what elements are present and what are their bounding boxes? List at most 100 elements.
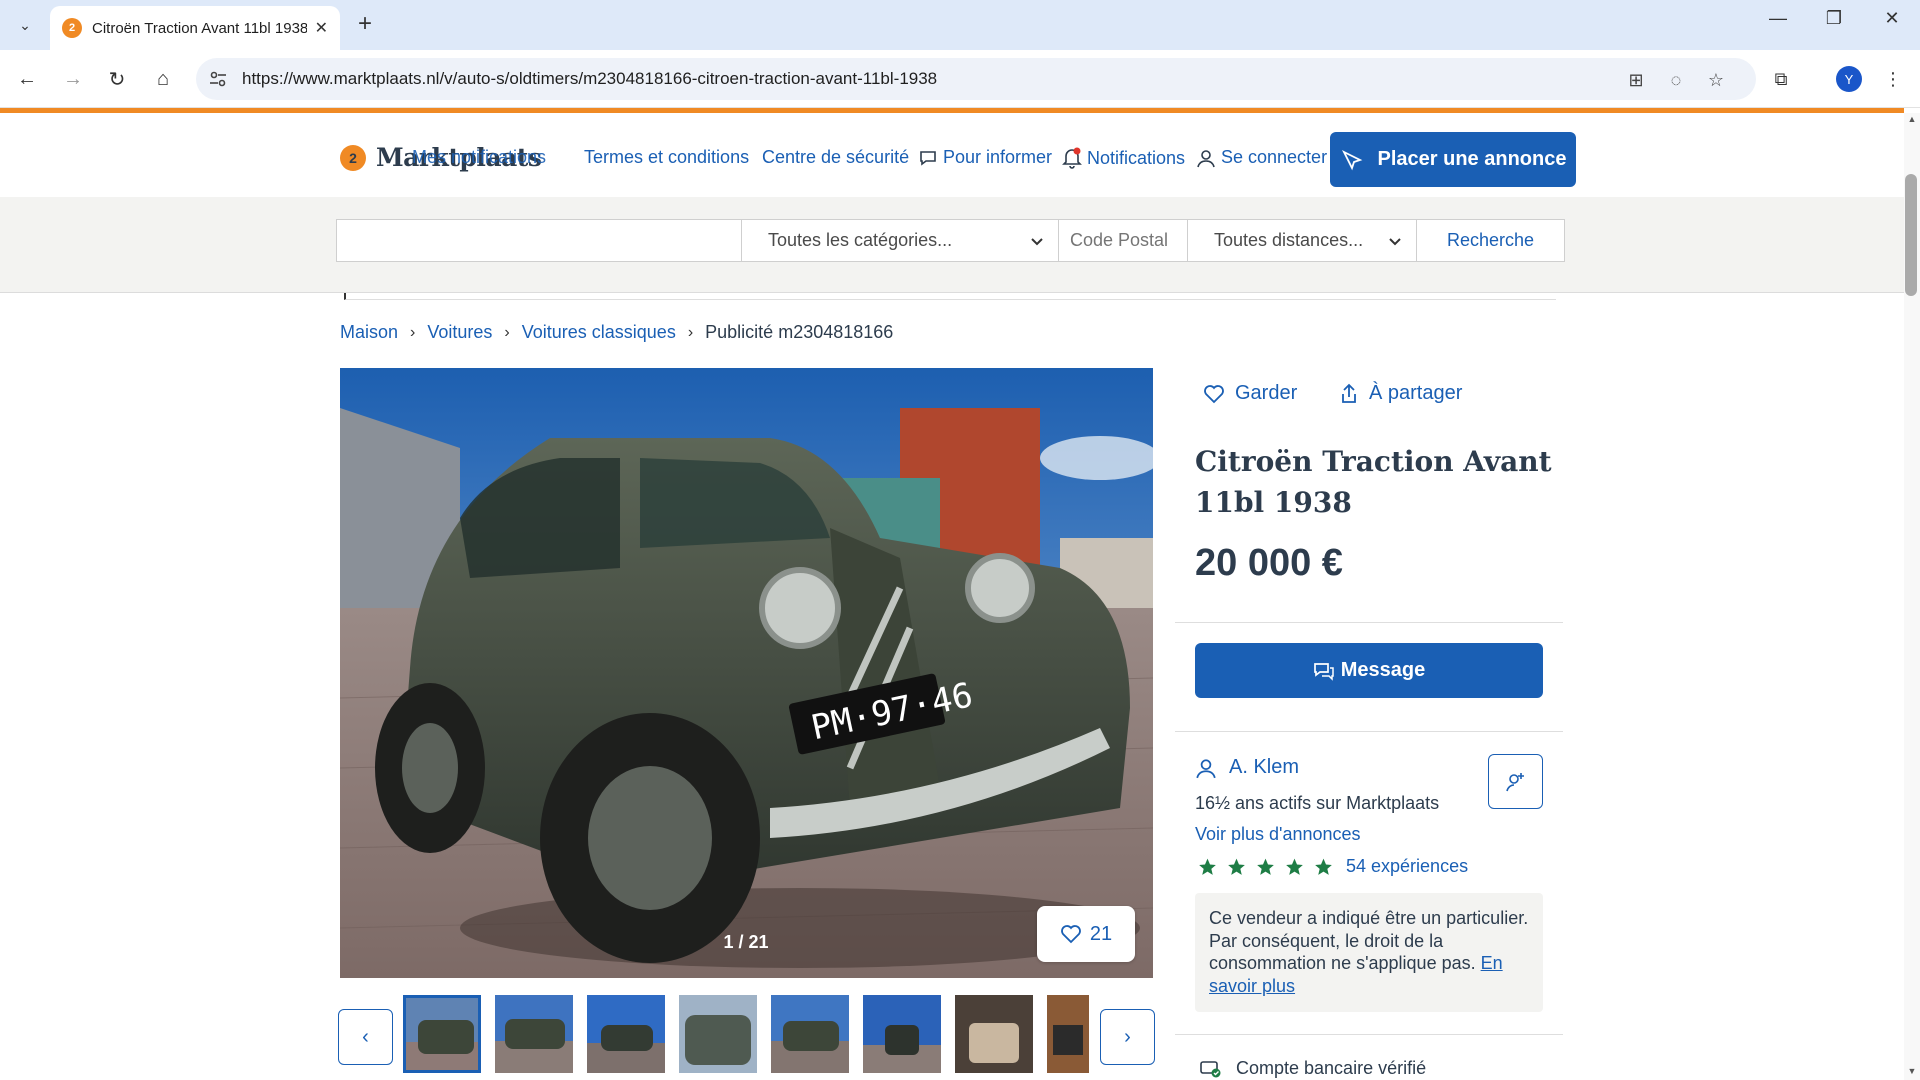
breadcrumb-chevron-icon: › xyxy=(504,323,510,341)
breadcrumb-chevron-icon: › xyxy=(687,323,694,341)
heart-icon xyxy=(1060,925,1081,944)
distance-select[interactable]: Toutes distances... xyxy=(1187,219,1417,262)
category-select[interactable]: Toutes les catégories... xyxy=(741,219,1059,262)
more-ads-link[interactable]: Voir plus d'annonces xyxy=(1195,824,1361,845)
browser-tab-active[interactable]: 2 Citroën Traction Avant 11bl 1938 - Mar… xyxy=(50,6,340,50)
postcode-input[interactable] xyxy=(1058,219,1188,262)
star-icon xyxy=(1228,858,1245,875)
eye-off-icon[interactable]: ◌ xyxy=(1664,68,1688,92)
search-button[interactable]: Recherche xyxy=(1416,219,1565,262)
my-notifications-link[interactable]: Mes notifications xyxy=(412,147,546,168)
marktplaats-favicon-icon: 2 xyxy=(62,18,82,38)
notifications-link[interactable]: Notifications xyxy=(1062,147,1185,169)
private-seller-notice: Ce vendeur a indiqué être un particulier… xyxy=(1195,893,1543,1012)
login-label: Se connecter xyxy=(1221,147,1328,167)
breadcrumb-cars[interactable]: Voitures xyxy=(427,322,492,343)
share-icon xyxy=(1342,383,1356,403)
star-icon xyxy=(1286,858,1303,875)
message-label: Message xyxy=(1340,659,1426,681)
seller-active-years: 16½ ans actifs sur Marktplaats xyxy=(1195,793,1440,813)
address-bar[interactable]: https://www.marktplaats.nl/v/auto-s/oldt… xyxy=(196,58,1756,100)
breadcrumb-current: Publicité m2304818166 xyxy=(705,322,894,342)
bookmark-star-icon[interactable]: ☆ xyxy=(1704,68,1728,92)
site-settings-icon[interactable] xyxy=(208,69,228,89)
ad-banner-edge xyxy=(344,293,1556,300)
tab-search-icon[interactable]: ⌄ xyxy=(10,10,40,40)
home-icon[interactable]: ⌂ xyxy=(148,64,178,94)
seller-name: A. Klem xyxy=(1229,756,1300,778)
bank-verified: Compte bancaire vérifié xyxy=(1200,1058,1426,1079)
chat-bubbles-icon xyxy=(1313,662,1334,681)
tab-title: Citroën Traction Avant 11bl 1938 - Markt… xyxy=(92,19,307,37)
browser-menu-icon[interactable]: ⋮ xyxy=(1878,64,1908,94)
bank-check-icon xyxy=(1200,1060,1221,1077)
thumbnail-3[interactable] xyxy=(587,995,665,1073)
breadcrumb-classic-cars[interactable]: Voitures classiques xyxy=(522,322,676,343)
share-button[interactable]: À partager xyxy=(1339,382,1462,405)
minimize-icon[interactable]: — xyxy=(1758,8,1798,29)
thumbnail-8[interactable] xyxy=(1047,995,1089,1073)
experiences-link[interactable]: 54 expériences xyxy=(1346,856,1468,877)
login-link[interactable]: Se connecter xyxy=(1196,147,1327,168)
place-ad-button[interactable]: Placer une annonce xyxy=(1330,132,1576,187)
user-icon xyxy=(1197,149,1215,167)
profile-avatar[interactable]: Y xyxy=(1836,66,1862,92)
follow-user-icon xyxy=(1505,772,1524,791)
browser-toolbar: ← → ↻ ⌂ https://www.marktplaats.nl/v/aut… xyxy=(0,50,1920,108)
thumbnail-prev-button[interactable]: ‹ xyxy=(338,1009,393,1065)
car-photo-illustration: PM·97·46 xyxy=(340,368,1153,978)
breadcrumb: Maison › Voitures › Voitures classiques … xyxy=(340,322,893,343)
follow-seller-button[interactable] xyxy=(1488,754,1543,809)
translate-icon[interactable]: ⊞ xyxy=(1624,68,1648,92)
tab-close-icon[interactable]: ✕ xyxy=(315,18,328,38)
thumbnail-5[interactable] xyxy=(771,995,849,1073)
back-arrow-icon[interactable]: ← xyxy=(12,64,42,94)
search-bar: Toutes les catégories... Toutes distance… xyxy=(0,197,1904,293)
notifications-label: Notifications xyxy=(1087,147,1186,168)
forward-arrow-icon[interactable]: → xyxy=(58,64,88,94)
close-window-icon[interactable]: ✕ xyxy=(1872,8,1912,29)
search-input[interactable] xyxy=(336,219,742,262)
breadcrumb-home[interactable]: Maison xyxy=(340,322,398,343)
reload-icon[interactable]: ↻ xyxy=(102,64,132,94)
main-listing-photo[interactable]: PM·97·46 xyxy=(340,368,1153,978)
save-button[interactable]: Garder xyxy=(1203,382,1297,405)
browser-tab-strip: ⌄ 2 Citroën Traction Avant 11bl 1938 - M… xyxy=(0,0,1920,50)
breadcrumb-chevron-icon: › xyxy=(410,323,416,341)
thumbnail-2[interactable] xyxy=(495,995,573,1073)
favorite-count-button[interactable]: 21 xyxy=(1037,906,1135,962)
star-icon xyxy=(1315,858,1332,875)
new-tab-plus-icon[interactable]: + xyxy=(350,10,380,38)
scroll-down-icon[interactable]: ▼ xyxy=(1904,1066,1920,1076)
thumbnail-4[interactable] xyxy=(679,995,757,1073)
terms-link[interactable]: Termes et conditions xyxy=(584,147,749,168)
logo-mark-icon: 2 xyxy=(340,144,366,171)
divider xyxy=(1175,622,1563,623)
star-icon xyxy=(1257,858,1274,875)
message-button[interactable]: Message xyxy=(1195,643,1543,698)
url-text: https://www.marktplaats.nl/v/auto-s/oldt… xyxy=(242,69,938,88)
thumbnail-1[interactable] xyxy=(403,995,481,1073)
chat-bubble-icon xyxy=(920,150,936,166)
security-center-link[interactable]: Centre de sécurité xyxy=(762,147,909,168)
report-link[interactable]: Pour informer xyxy=(918,147,1052,168)
distance-value: Toutes distances... xyxy=(1214,230,1364,250)
listing-price: 20 000 € xyxy=(1195,542,1343,584)
megaphone-icon xyxy=(1341,149,1362,170)
extensions-puzzle-icon[interactable]: ⧉ xyxy=(1766,64,1796,94)
thumbnail-7[interactable] xyxy=(955,995,1033,1073)
restore-icon[interactable]: ❐ xyxy=(1814,8,1854,29)
scrollbar-thumb[interactable] xyxy=(1905,174,1917,296)
share-label: À partager xyxy=(1369,382,1463,404)
thumbnail-next-button[interactable]: › xyxy=(1100,1009,1155,1065)
category-value: Toutes les catégories... xyxy=(768,230,953,250)
heart-icon xyxy=(1204,384,1224,403)
seller-name-link[interactable]: A. Klem xyxy=(1195,756,1299,779)
listing-title: Citroën Traction Avant 11bl 1938 xyxy=(1195,445,1552,519)
scroll-up-icon[interactable]: ▲ xyxy=(1904,114,1920,124)
star-icon xyxy=(1199,858,1216,875)
thumbnail-6[interactable] xyxy=(863,995,941,1073)
chevron-down-icon xyxy=(1389,238,1401,246)
photo-counter: 1 / 21 xyxy=(723,932,769,952)
seller-rating[interactable]: 54 expériences xyxy=(1197,856,1468,877)
